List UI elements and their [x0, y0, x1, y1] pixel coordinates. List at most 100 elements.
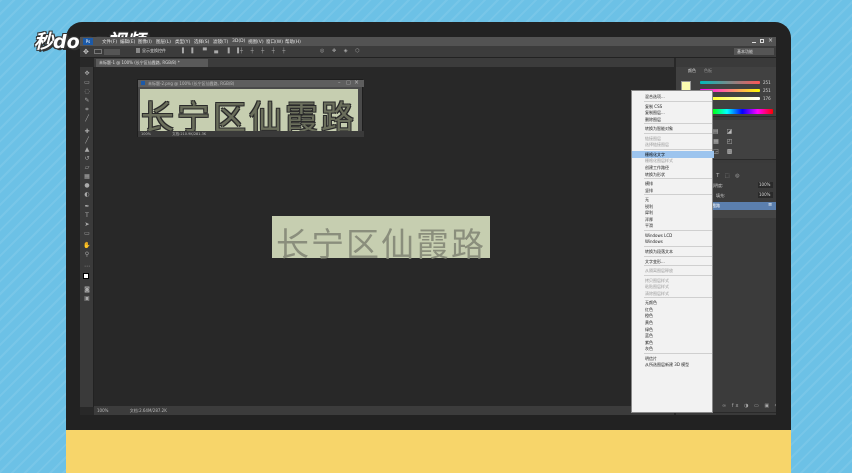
menu-3d[interactable]: 3D(D) — [232, 39, 245, 44]
context-menu-item[interactable]: 转换为智能对象 — [632, 125, 714, 132]
quick-mask-icon[interactable]: ◙ — [83, 287, 91, 293]
layer-fx-icon: ≡ — [768, 202, 773, 208]
brush-tool-icon[interactable]: ╱ — [83, 138, 91, 144]
context-menu-item[interactable]: 删除图层 — [632, 116, 714, 123]
options-bar: ✥ 显示变换控件 ▐ ▌ ▀ ▄ ▐ ▌ ┼ ┼ ┼ ┼ ┼ ◎ ✥ ◈ ⬡ 基… — [80, 46, 776, 58]
context-menu-item[interactable]: 竖排 — [632, 187, 714, 194]
context-menu-item[interactable]: 平滑 — [632, 222, 714, 229]
floating-document-window[interactable]: 未标题-2.png @ 100% (长宁区仙霞路, RGB/8) – □ × 长… — [137, 79, 364, 137]
eraser-tool-icon[interactable]: ▱ — [83, 165, 91, 171]
path-select-icon[interactable]: ➤ — [83, 222, 91, 228]
align-icons[interactable]: ▐ ▌ ▀ ▄ ▐ ▌ — [180, 48, 244, 54]
monitor-chin — [66, 430, 791, 473]
menu-edit[interactable]: 编辑(E) — [120, 39, 135, 45]
fill-input[interactable]: 100% — [758, 192, 773, 198]
menu-image[interactable]: 图像(I) — [138, 39, 152, 45]
floating-window-title-text: 未标题-2.png @ 100% (长宁区仙霞路, RGB/8) — [148, 81, 235, 86]
status-bar: 100% 文档:2.64M/287.2K — [94, 406, 674, 415]
stamp-tool-icon[interactable]: ▲ — [83, 147, 91, 153]
color-tab[interactable]: 颜色 — [688, 68, 696, 74]
ps-logo-icon: Ps — [83, 38, 93, 45]
menu-help[interactable]: 帮助(H) — [285, 39, 301, 45]
floating-window-status: 100% 文档:210.9K/281.3K — [138, 131, 364, 137]
context-menu-item[interactable]: 转换为形状 — [632, 171, 714, 178]
foreground-color-swatch[interactable] — [83, 273, 89, 279]
quick-select-icon[interactable]: ✎ — [83, 98, 91, 104]
shape-tool-icon[interactable]: ▭ — [83, 231, 91, 237]
move-tool-icon[interactable]: ✥ — [83, 71, 91, 77]
context-menu-item[interactable]: 灰色 — [632, 345, 714, 352]
close-icon[interactable]: × — [768, 37, 773, 44]
lasso-tool-icon[interactable]: ◌ — [83, 89, 91, 95]
maximize-icon[interactable] — [760, 39, 764, 43]
red-value[interactable]: 251 — [763, 80, 771, 85]
dodge-tool-icon[interactable]: ◐ — [83, 192, 91, 198]
minimize-icon[interactable] — [752, 39, 756, 43]
menu-separator — [644, 246, 712, 247]
menu-separator — [644, 274, 712, 276]
opacity-input[interactable]: 100% — [758, 182, 773, 188]
context-menu-item[interactable]: 从所选图层新建 3D 模型 — [632, 361, 714, 368]
crop-tool-icon[interactable]: ⌗ — [83, 107, 91, 113]
zoom-tool-icon[interactable]: ⚲ — [83, 252, 91, 258]
menu-separator — [644, 148, 712, 150]
auto-select-dropdown[interactable] — [104, 49, 120, 55]
menu-filter[interactable]: 滤镜(T) — [213, 39, 228, 45]
document-tab-bar: 未标题-1 @ 100% (长宁区仙霞路, RGB/8) * — [94, 58, 674, 67]
floating-minimize-icon[interactable]: – — [338, 80, 341, 86]
menu-separator — [644, 352, 712, 354]
floating-doc-size: 文档:210.9K/281.3K — [172, 132, 207, 136]
document-tab[interactable]: 未标题-1 @ 100% (长宁区仙霞路, RGB/8) * — [96, 59, 208, 67]
menu-separator — [644, 123, 712, 125]
floating-window-title[interactable]: 未标题-2.png @ 100% (长宁区仙霞路, RGB/8) — [138, 80, 364, 87]
context-menu-item[interactable]: 转换为段落文本 — [632, 248, 714, 255]
history-brush-icon[interactable]: ↺ — [83, 156, 91, 162]
layer-bottom-icons[interactable]: ∞ fx ◑ ▭ ▣ ⌫ — [722, 403, 776, 409]
move-tool-icon[interactable]: ✥ — [83, 48, 89, 56]
context-menu-item[interactable]: 文字变形... — [632, 258, 714, 265]
workspace-dropdown[interactable]: 基本功能 — [734, 48, 774, 55]
swatches-tab[interactable]: 色板 — [704, 68, 712, 74]
3d-mode-icons[interactable]: ◎ ✥ ◈ ⬡ — [320, 48, 363, 54]
tools-panel: ✥ ▭ ◌ ✎ ⌗ ╱ ✚ ╱ ▲ ↺ ▱ ▦ ● ◐ ✒ T ➤ ▭ ✋ ⚲ … — [80, 67, 94, 407]
menu-layer[interactable]: 图层(L) — [156, 39, 171, 45]
green-value[interactable]: 251 — [763, 88, 771, 93]
healing-brush-icon[interactable]: ✚ — [83, 129, 91, 135]
show-transform-checkbox[interactable] — [136, 48, 140, 53]
distribute-icons[interactable]: ┼ ┼ ┼ ┼ ┼ — [240, 48, 288, 54]
marquee-tool-icon[interactable]: ▭ — [83, 80, 91, 86]
menu-select[interactable]: 选择(S) — [194, 39, 209, 45]
red-slider[interactable] — [700, 81, 760, 84]
eyedropper-icon[interactable]: ╱ — [83, 116, 91, 122]
more-tools-icon[interactable]: ⋯ — [83, 264, 91, 270]
context-menu-item[interactable]: Windows — [632, 238, 714, 245]
gradient-tool-icon[interactable]: ▦ — [83, 174, 91, 180]
menu-file[interactable]: 文件(F) — [102, 39, 117, 45]
menu-window[interactable]: 窗口(W) — [266, 39, 283, 45]
menu-separator — [644, 255, 712, 257]
menu-separator — [644, 132, 712, 134]
menu-view[interactable]: 视图(V) — [248, 39, 264, 45]
blue-value[interactable]: 176 — [763, 96, 771, 101]
floating-image-preview: 长宁区仙霞路 — [140, 89, 358, 137]
type-tool-icon[interactable]: T — [83, 213, 91, 219]
context-menu-item[interactable]: 混合选项... — [632, 93, 714, 100]
context-menu-item: 从隔离图层释放 — [645, 268, 673, 274]
main-image[interactable]: 长宁区仙霞路 — [272, 216, 490, 264]
context-menu-item: 清除图层样式 — [645, 290, 669, 296]
fill-label: 填充: — [716, 193, 726, 198]
menu-separator — [644, 178, 712, 180]
menu-type[interactable]: 类型(Y) — [175, 39, 190, 45]
auto-select-checkbox[interactable] — [94, 49, 102, 54]
blur-tool-icon[interactable]: ● — [83, 183, 91, 189]
status-doc-size: 文档:2.64M/287.2K — [129, 408, 167, 413]
floating-maximize-icon[interactable]: □ — [346, 80, 351, 86]
menu-separator — [644, 229, 712, 231]
floating-close-icon[interactable]: × — [354, 79, 359, 86]
status-zoom: 100% — [97, 408, 109, 413]
screen-mode-icon[interactable]: ▣ — [83, 296, 91, 302]
hand-tool-icon[interactable]: ✋ — [83, 243, 91, 249]
show-transform-label: 显示变换控件 — [142, 48, 166, 53]
pen-tool-icon[interactable]: ✒ — [83, 204, 91, 210]
ps-doc-icon — [141, 81, 145, 85]
